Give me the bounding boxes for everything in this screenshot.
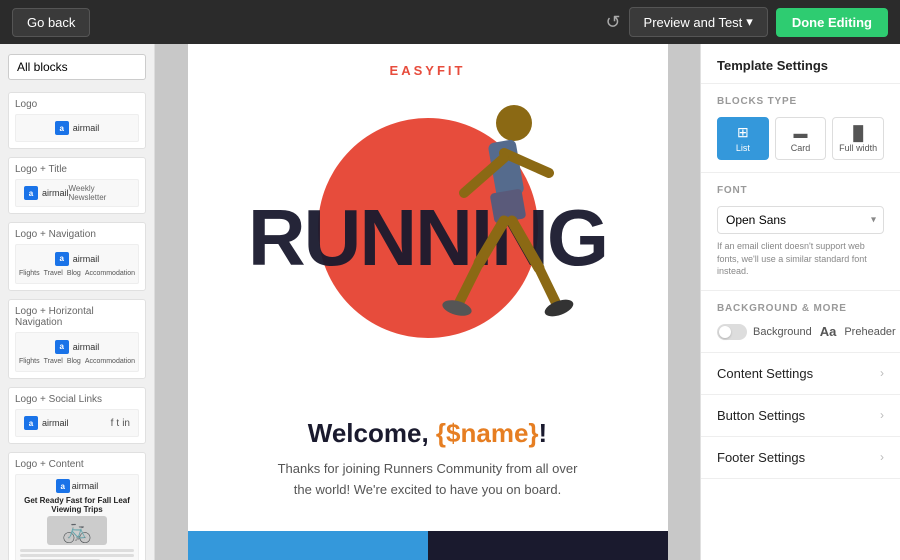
- block-item-title: Logo + Horizontal Navigation: [15, 306, 139, 328]
- toggle-knob: [719, 326, 731, 338]
- background-toggle-switch[interactable]: [717, 324, 747, 340]
- block-type-fullwidth[interactable]: █ Full width: [832, 117, 884, 160]
- font-select[interactable]: Open Sans Roboto Lato Montserrat: [717, 206, 884, 234]
- welcome-subtitle: Thanks for joining Runners Community fro…: [268, 459, 588, 501]
- refresh-icon[interactable]: ↺: [605, 12, 620, 33]
- runner-figure: [384, 93, 604, 373]
- footer-settings-label: Footer Settings: [717, 450, 805, 465]
- block-preview-logo: a airmail: [15, 114, 139, 142]
- block-preview-logo-social: a airmail ftin: [15, 409, 139, 437]
- topbar-left: Go back: [12, 8, 90, 37]
- preview-label: Preview and Test: [644, 15, 743, 30]
- fullwidth-icon: █: [837, 125, 879, 141]
- background-more-section: BACKGROUND & MORE Background Aa Preheade…: [701, 291, 900, 353]
- background-toggle-label: Background: [753, 326, 812, 338]
- welcome-section: Welcome, {$name}! Thanks for joining Run…: [188, 388, 668, 531]
- footer-settings-link[interactable]: Footer Settings ›: [701, 437, 900, 479]
- content-settings-label: Content Settings: [717, 366, 813, 381]
- block-type-list-label: List: [736, 143, 750, 153]
- font-select-wrap[interactable]: Open Sans Roboto Lato Montserrat ▾: [717, 206, 884, 234]
- block-preview-logo-hnav: a airmail Flights Travel Blog Accommodat…: [15, 332, 139, 372]
- block-type-list[interactable]: ⊞ List: [717, 117, 769, 160]
- chevron-right-icon: ›: [880, 408, 884, 422]
- cta-section: 👤 Manage Your Account 📊 Track & Analyze: [188, 531, 668, 560]
- block-item-logo[interactable]: Logo a airmail: [8, 92, 146, 149]
- block-item-logo-content[interactable]: Logo + Content a airmail Get Ready Fast …: [8, 452, 146, 560]
- right-sidebar: Template Settings BLOCKS TYPE ⊞ List ▬ C…: [700, 44, 900, 560]
- blocks-type-options: ⊞ List ▬ Card █ Full width: [717, 117, 884, 160]
- block-type-filter[interactable]: All blocks Header Content Footer: [8, 54, 146, 80]
- font-label: FONT: [717, 185, 884, 196]
- brand-name: EASY: [390, 63, 437, 78]
- cta-right[interactable]: 📊 Track & Analyze: [428, 531, 668, 560]
- brand-logo: EASYFIT: [390, 63, 466, 78]
- canvas-area: EASYFIT RUNNING: [155, 44, 700, 560]
- block-item-title: Logo: [15, 99, 139, 110]
- block-item-title: Logo + Title: [15, 164, 139, 175]
- chevron-down-icon: ▾: [746, 14, 753, 30]
- preview-test-button[interactable]: Preview and Test ▾: [629, 7, 768, 37]
- welcome-exclaim: !: [539, 418, 548, 448]
- background-more-label: BACKGROUND & MORE: [717, 303, 884, 314]
- block-item-logo-title[interactable]: Logo + Title a airmail Weekly Newsletter: [8, 157, 146, 214]
- chevron-right-icon: ›: [880, 450, 884, 464]
- welcome-title: Welcome, {$name}!: [228, 418, 628, 449]
- chevron-right-icon: ›: [880, 366, 884, 380]
- hero-section: RUNNING: [188, 88, 668, 388]
- block-type-card[interactable]: ▬ Card: [775, 117, 827, 160]
- content-settings-link[interactable]: Content Settings ›: [701, 353, 900, 395]
- topbar-right: ↺ Preview and Test ▾ Done Editing: [605, 7, 888, 37]
- aa-label[interactable]: Aa: [820, 324, 837, 339]
- font-info: If an email client doesn't support web f…: [717, 240, 884, 278]
- block-item-logo-nav[interactable]: Logo + Navigation a airmail Flights Trav…: [8, 222, 146, 291]
- block-preview-logo-title: a airmail Weekly Newsletter: [15, 179, 139, 207]
- block-item-logo-social[interactable]: Logo + Social Links a airmail ftin: [8, 387, 146, 444]
- cta-left[interactable]: 👤 Manage Your Account: [188, 531, 428, 560]
- block-type-fullwidth-label: Full width: [839, 143, 877, 153]
- block-item-title: Logo + Navigation: [15, 229, 139, 240]
- block-preview-logo-nav: a airmail Flights Travel Blog Accommodat…: [15, 244, 139, 284]
- card-icon: ▬: [780, 125, 822, 141]
- block-preview-logo-content: a airmail Get Ready Fast for Fall Leaf V…: [15, 474, 139, 560]
- block-item-logo-hnav[interactable]: Logo + Horizontal Navigation a airmail F…: [8, 299, 146, 379]
- topbar: Go back ↺ Preview and Test ▾ Done Editin…: [0, 0, 900, 44]
- button-settings-label: Button Settings: [717, 408, 805, 423]
- block-item-title: Logo + Content: [15, 459, 139, 470]
- go-back-button[interactable]: Go back: [12, 8, 90, 37]
- done-editing-button[interactable]: Done Editing: [776, 8, 888, 37]
- welcome-text: Welcome,: [308, 418, 436, 448]
- button-settings-link[interactable]: Button Settings ›: [701, 395, 900, 437]
- welcome-variable: {$name}: [436, 418, 539, 448]
- preheader-label[interactable]: Preheader: [844, 326, 895, 338]
- blocks-type-label: BLOCKS TYPE: [717, 96, 884, 107]
- email-canvas: EASYFIT RUNNING: [188, 44, 668, 560]
- list-icon: ⊞: [722, 124, 764, 141]
- block-item-title: Logo + Social Links: [15, 394, 139, 405]
- block-type-card-label: Card: [791, 143, 811, 153]
- background-more-row: Background Aa Preheader: [717, 324, 884, 340]
- main-area: All blocks Header Content Footer Logo a …: [0, 44, 900, 560]
- brand-highlight: FIT: [437, 63, 466, 78]
- background-toggle[interactable]: Background: [717, 324, 812, 340]
- left-sidebar: All blocks Header Content Footer Logo a …: [0, 44, 155, 560]
- canvas-header: EASYFIT: [188, 44, 668, 88]
- settings-title: Template Settings: [701, 44, 900, 84]
- font-section: FONT Open Sans Roboto Lato Montserrat ▾ …: [701, 173, 900, 291]
- blocks-type-section: BLOCKS TYPE ⊞ List ▬ Card █ Full width: [701, 84, 900, 173]
- block-filter-select[interactable]: All blocks Header Content Footer: [8, 54, 146, 80]
